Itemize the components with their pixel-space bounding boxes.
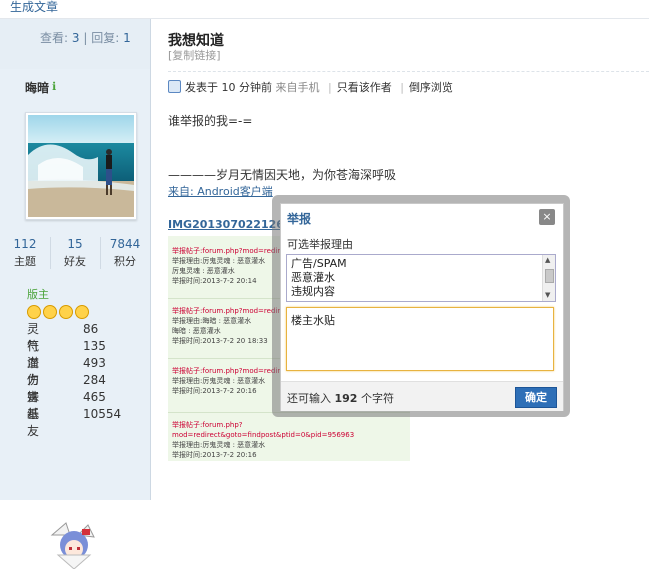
reason-text: 楼主水贴 (291, 314, 335, 327)
smiley-icon (59, 305, 73, 319)
scroll-down-icon[interactable]: ▼ (545, 291, 550, 299)
avatar-image (28, 115, 134, 217)
smiley-icon (75, 305, 89, 319)
info-icon[interactable]: ℹ (52, 80, 62, 93)
smiley-icon (43, 305, 57, 319)
listbox-scrollbar[interactable]: ▲ ▼ (542, 255, 555, 301)
reason-listbox[interactable]: 广告/SPAM 恶意灌水 违规内容 ▲ ▼ (286, 254, 556, 302)
author-counts: 112 主题 15 好友 7844 积分 (0, 237, 150, 277)
remaining-count: 192 (334, 392, 358, 405)
thread-stats: 查看: 3 | 回复: 1 (0, 19, 151, 69)
post-body-line: 谁举报的我=-= (168, 114, 253, 128)
copy-link[interactable]: [复制链接] (168, 47, 221, 63)
avatar[interactable] (25, 112, 137, 220)
dialog-footer: 还可输入 192 个字符 确定 (281, 381, 563, 411)
reason-label: 可选举报理由 (287, 238, 353, 251)
report-block: 举报帖子:forum.php?mod=redirect&goto=findpos… (172, 421, 355, 459)
post-meta: 发表于 10 分钟前 来自手机 | 只看该作者 | 倒序浏览 (168, 79, 453, 95)
from-client-link[interactable]: 来自: Android客户端 (168, 183, 273, 199)
count-points[interactable]: 7844 积分 (100, 237, 150, 269)
views-count: 3 (71, 31, 80, 45)
reason-option[interactable]: 违规内容 (291, 285, 335, 298)
mascot-icon (50, 522, 95, 569)
reason-option[interactable]: 恶意灌水 (291, 271, 335, 284)
replies-label: 回复: (91, 31, 120, 45)
scroll-up-icon[interactable]: ▲ (545, 256, 550, 264)
rank-icons (27, 305, 91, 322)
close-icon[interactable]: × (539, 209, 555, 225)
confirm-button[interactable]: 确定 (515, 387, 557, 408)
posted-time: 发表于 10 分钟前 (185, 81, 272, 94)
count-friends[interactable]: 15 好友 (50, 237, 101, 269)
author-sidebar: 晦暗 ℹ 112 主题 15 好友 7844 积分 版主 灵符 86 气血 13… (0, 69, 151, 569)
user-rank: 版主 (27, 288, 49, 301)
views-label: 查看: (40, 31, 69, 45)
reverse-order-link[interactable]: 倒序浏览 (409, 81, 453, 94)
replies-count: 1 (123, 31, 131, 45)
dialog-title: 举报 (287, 212, 312, 226)
reason-option[interactable]: 广告/SPAM (291, 257, 347, 270)
remaining-chars: 还可输入 192 个字符 (287, 392, 394, 405)
count-topics[interactable]: 112 主题 (0, 237, 51, 269)
author-name[interactable]: 晦暗 (25, 79, 49, 96)
smiley-icon (27, 305, 41, 319)
generate-article-link[interactable]: 生成文章 (10, 0, 58, 15)
reason-textarea[interactable]: 楼主水贴 (286, 307, 554, 371)
top-bar: 生成文章 (0, 0, 649, 19)
stats-separator: | (83, 31, 88, 45)
scroll-thumb[interactable] (545, 269, 554, 283)
report-dialog: 举报 × 可选举报理由 广告/SPAM 恶意灌水 违规内容 ▲ ▼ 楼主水贴 还… (280, 203, 564, 411)
user-icon (168, 80, 181, 93)
post-signature: ————岁月无情因天地，为你苍海深呼吸 (168, 168, 397, 182)
divider (168, 71, 649, 73)
only-author-link[interactable]: 只看该作者 (337, 81, 392, 94)
post-source: 来自手机 (275, 81, 320, 94)
